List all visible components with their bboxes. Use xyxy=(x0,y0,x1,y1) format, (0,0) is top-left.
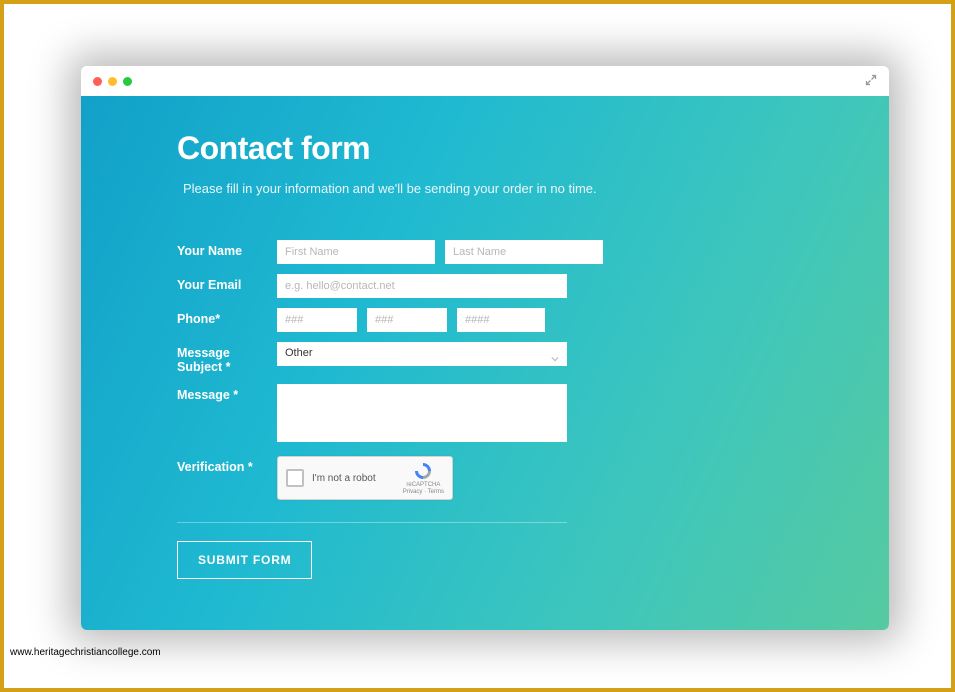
browser-title-bar xyxy=(81,66,889,96)
phone-part3-input[interactable] xyxy=(457,308,545,332)
message-label: Message * xyxy=(177,384,277,402)
window-controls xyxy=(93,77,132,86)
recaptcha-widget[interactable]: I'm not a robot reCAPTCHA xyxy=(277,456,453,500)
email-label: Your Email xyxy=(177,274,277,292)
close-icon[interactable] xyxy=(93,77,102,86)
fullscreen-icon[interactable] xyxy=(865,74,877,88)
verification-label: Verification * xyxy=(177,456,277,474)
recaptcha-checkbox[interactable] xyxy=(286,469,304,487)
chevron-down-icon xyxy=(551,350,559,358)
subject-label: Message Subject * xyxy=(177,342,277,374)
name-row: Your Name xyxy=(177,240,793,264)
last-name-input[interactable] xyxy=(445,240,603,264)
form-divider xyxy=(177,522,567,523)
recaptcha-icon xyxy=(413,461,433,481)
message-textarea[interactable] xyxy=(277,384,567,442)
name-label: Your Name xyxy=(177,240,277,258)
phone-label: Phone* xyxy=(177,308,277,326)
email-row: Your Email xyxy=(177,274,793,298)
page-frame: Contact form Please fill in your informa… xyxy=(0,0,955,692)
recaptcha-brand-text: reCAPTCHA xyxy=(406,482,440,488)
form-page: Contact form Please fill in your informa… xyxy=(81,96,889,630)
subject-value: Other xyxy=(277,342,567,364)
email-input[interactable] xyxy=(277,274,567,298)
contact-form: Your Name Your Email Phone* xyxy=(177,240,793,579)
subject-select[interactable]: Other xyxy=(277,342,567,366)
submit-button[interactable]: SUBMIT FORM xyxy=(177,541,312,579)
message-row: Message * xyxy=(177,384,793,442)
phone-part2-input[interactable] xyxy=(367,308,447,332)
page-title: Contact form xyxy=(177,130,793,167)
phone-part1-input[interactable] xyxy=(277,308,357,332)
recaptcha-brand: reCAPTCHA Privacy · Terms xyxy=(403,461,444,495)
maximize-icon[interactable] xyxy=(123,77,132,86)
verification-row: Verification * I'm not a robot xyxy=(177,456,793,500)
page-subtitle: Please fill in your information and we'l… xyxy=(183,181,793,196)
recaptcha-links: Privacy · Terms xyxy=(403,489,444,495)
first-name-input[interactable] xyxy=(277,240,435,264)
watermark-text: www.heritagechristiancollege.com xyxy=(10,647,161,658)
minimize-icon[interactable] xyxy=(108,77,117,86)
recaptcha-label: I'm not a robot xyxy=(312,473,395,484)
phone-row: Phone* xyxy=(177,308,793,332)
subject-row: Message Subject * Other xyxy=(177,342,793,374)
browser-window: Contact form Please fill in your informa… xyxy=(81,66,889,630)
